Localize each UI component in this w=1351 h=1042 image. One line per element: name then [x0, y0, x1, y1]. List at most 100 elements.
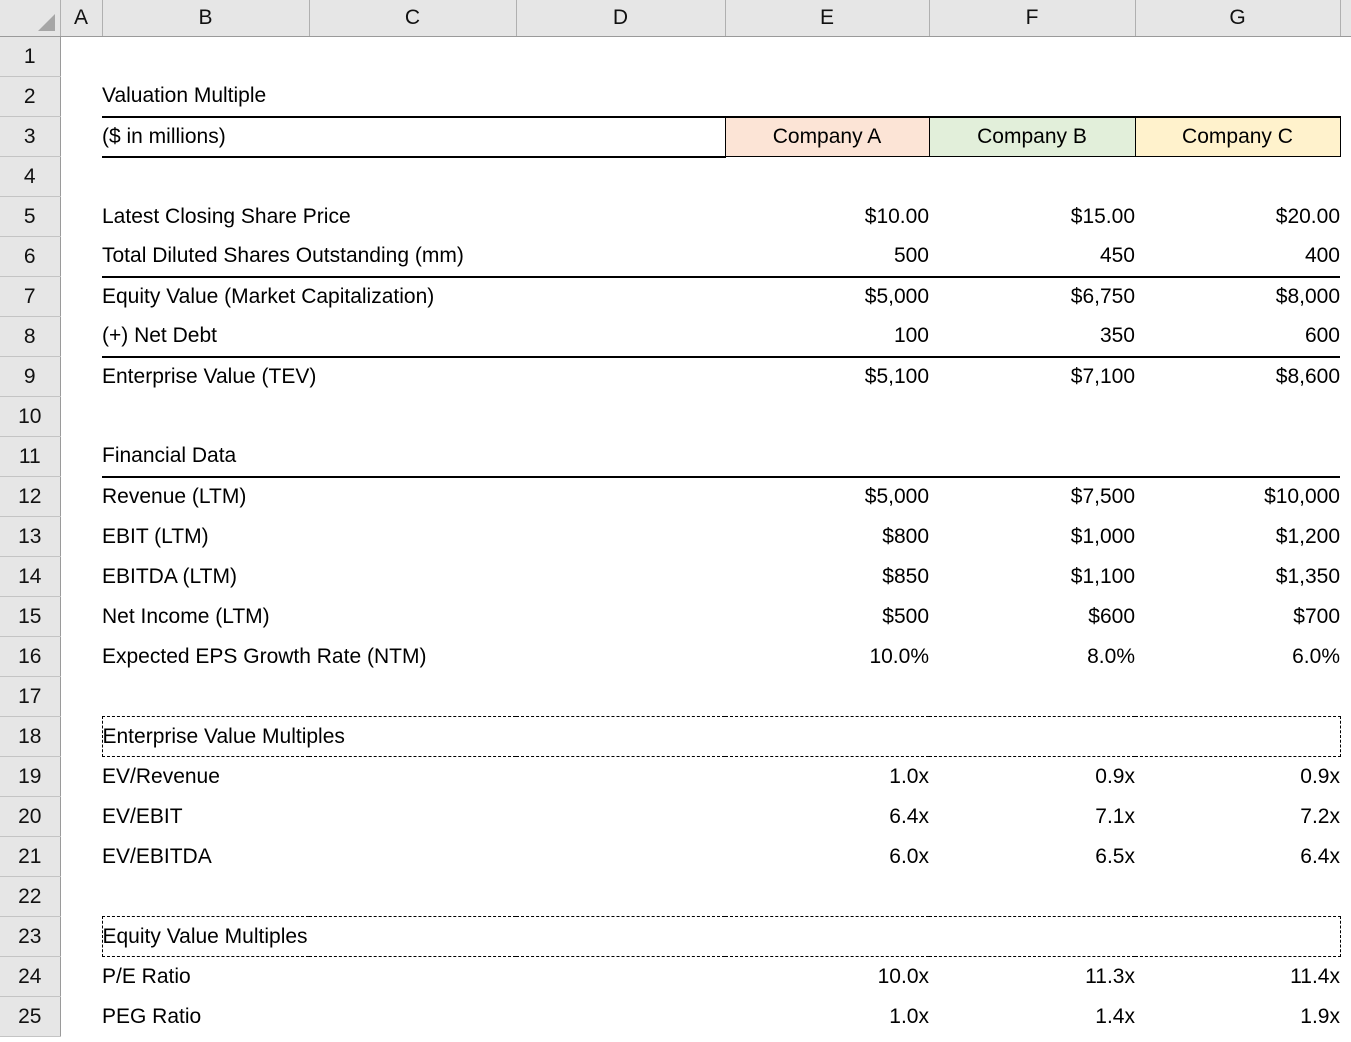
value-total-diluted-shares-c[interactable]: 400	[1135, 237, 1340, 277]
section-heading-enterprise-value-multiples[interactable]: Enterprise Value Multiples	[102, 717, 1340, 757]
row-header-20[interactable]: 20	[0, 797, 60, 837]
cell-a17[interactable]	[60, 677, 102, 717]
cell-a19[interactable]	[60, 757, 102, 797]
cell-b1[interactable]	[102, 37, 309, 77]
units-note[interactable]: ($ in millions)	[102, 117, 725, 157]
value-equity-value-a[interactable]: $5,000	[725, 277, 929, 317]
value-ebitda-ltm-c[interactable]: $1,350	[1135, 557, 1340, 597]
column-header-a[interactable]: A	[60, 0, 102, 37]
value-enterprise-value-a[interactable]: $5,100	[725, 357, 929, 397]
row-header-3[interactable]: 3	[0, 117, 60, 157]
cell-e10[interactable]	[725, 397, 929, 437]
cell-a14[interactable]	[60, 557, 102, 597]
cell-e17[interactable]	[725, 677, 929, 717]
row-header-5[interactable]: 5	[0, 197, 60, 237]
value-net-debt-a[interactable]: 100	[725, 317, 929, 357]
cell-c10[interactable]	[309, 397, 516, 437]
cell-b4[interactable]	[102, 157, 309, 197]
column-header-e[interactable]: E	[725, 0, 929, 37]
value-ebit-ltm-c[interactable]: $1,200	[1135, 517, 1340, 557]
value-peg-ratio-b[interactable]: 1.4x	[929, 997, 1135, 1037]
cell-b17[interactable]	[102, 677, 309, 717]
company-header-b[interactable]: Company B	[929, 117, 1135, 157]
column-header-g[interactable]: G	[1135, 0, 1340, 37]
cell-g10[interactable]	[1135, 397, 1340, 437]
company-header-a[interactable]: Company A	[725, 117, 929, 157]
cell-a20[interactable]	[60, 797, 102, 837]
cell-f10[interactable]	[929, 397, 1135, 437]
row-header-16[interactable]: 16	[0, 637, 60, 677]
label-enterprise-value[interactable]: Enterprise Value (TEV)	[102, 357, 725, 397]
row-header-10[interactable]: 10	[0, 397, 60, 437]
value-ev-ebitda-a[interactable]: 6.0x	[725, 837, 929, 877]
value-ev-ebitda-c[interactable]: 6.4x	[1135, 837, 1340, 877]
value-ev-ebit-b[interactable]: 7.1x	[929, 797, 1135, 837]
cell-d1[interactable]	[516, 37, 725, 77]
label-equity-value[interactable]: Equity Value (Market Capitalization)	[102, 277, 725, 317]
cell-d17[interactable]	[516, 677, 725, 717]
value-net-income-ltm-a[interactable]: $500	[725, 597, 929, 637]
value-ev-ebit-c[interactable]: 7.2x	[1135, 797, 1340, 837]
value-expected-eps-growth-a[interactable]: 10.0%	[725, 637, 929, 677]
cell-a23[interactable]	[60, 917, 102, 957]
value-revenue-ltm-a[interactable]: $5,000	[725, 477, 929, 517]
value-revenue-ltm-c[interactable]: $10,000	[1135, 477, 1340, 517]
value-ebit-ltm-a[interactable]: $800	[725, 517, 929, 557]
label-ev-ebit[interactable]: EV/EBIT	[102, 797, 725, 837]
cell-a7[interactable]	[60, 277, 102, 317]
label-net-debt[interactable]: (+) Net Debt	[102, 317, 725, 357]
label-ev-revenue[interactable]: EV/Revenue	[102, 757, 725, 797]
label-ev-ebitda[interactable]: EV/EBITDA	[102, 837, 725, 877]
cell-a9[interactable]	[60, 357, 102, 397]
cell-b10[interactable]	[102, 397, 309, 437]
row-header-7[interactable]: 7	[0, 277, 60, 317]
row-header-19[interactable]: 19	[0, 757, 60, 797]
value-ev-revenue-b[interactable]: 0.9x	[929, 757, 1135, 797]
cell-g1[interactable]	[1135, 37, 1340, 77]
row-header-4[interactable]: 4	[0, 157, 60, 197]
value-equity-value-b[interactable]: $6,750	[929, 277, 1135, 317]
value-expected-eps-growth-b[interactable]: 8.0%	[929, 637, 1135, 677]
cell-f4[interactable]	[929, 157, 1135, 197]
label-total-diluted-shares[interactable]: Total Diluted Shares Outstanding (mm)	[102, 237, 725, 277]
cell-a22[interactable]	[60, 877, 102, 917]
cell-g4[interactable]	[1135, 157, 1340, 197]
cell-g22[interactable]	[1135, 877, 1340, 917]
cell-b22[interactable]	[102, 877, 309, 917]
cell-f1[interactable]	[929, 37, 1135, 77]
value-ebitda-ltm-b[interactable]: $1,100	[929, 557, 1135, 597]
cell-a6[interactable]	[60, 237, 102, 277]
cell-a11[interactable]	[60, 437, 102, 477]
value-total-diluted-shares-b[interactable]: 450	[929, 237, 1135, 277]
label-ebitda-ltm[interactable]: EBITDA (LTM)	[102, 557, 725, 597]
cell-a1[interactable]	[60, 37, 102, 77]
cell-a10[interactable]	[60, 397, 102, 437]
cell-c22[interactable]	[309, 877, 516, 917]
row-header-23[interactable]: 23	[0, 917, 60, 957]
value-pe-ratio-b[interactable]: 11.3x	[929, 957, 1135, 997]
cell-g17[interactable]	[1135, 677, 1340, 717]
cell-d10[interactable]	[516, 397, 725, 437]
value-ev-revenue-c[interactable]: 0.9x	[1135, 757, 1340, 797]
cell-a4[interactable]	[60, 157, 102, 197]
cell-a15[interactable]	[60, 597, 102, 637]
value-net-income-ltm-c[interactable]: $700	[1135, 597, 1340, 637]
cell-c4[interactable]	[309, 157, 516, 197]
value-equity-value-c[interactable]: $8,000	[1135, 277, 1340, 317]
sheet-title[interactable]: Valuation Multiple	[102, 77, 1340, 117]
cell-a24[interactable]	[60, 957, 102, 997]
cell-a3[interactable]	[60, 117, 102, 157]
cell-a13[interactable]	[60, 517, 102, 557]
value-latest-closing-share-price-c[interactable]: $20.00	[1135, 197, 1340, 237]
value-ev-ebit-a[interactable]: 6.4x	[725, 797, 929, 837]
select-all-corner[interactable]	[0, 0, 60, 37]
row-header-25[interactable]: 25	[0, 997, 60, 1037]
cell-a16[interactable]	[60, 637, 102, 677]
row-header-17[interactable]: 17	[0, 677, 60, 717]
label-latest-closing-share-price[interactable]: Latest Closing Share Price	[102, 197, 725, 237]
value-ev-revenue-a[interactable]: 1.0x	[725, 757, 929, 797]
cell-d22[interactable]	[516, 877, 725, 917]
value-enterprise-value-c[interactable]: $8,600	[1135, 357, 1340, 397]
value-ebit-ltm-b[interactable]: $1,000	[929, 517, 1135, 557]
column-header-b[interactable]: B	[102, 0, 309, 37]
